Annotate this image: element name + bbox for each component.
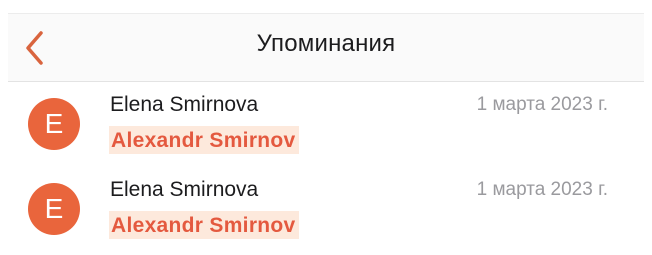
mentions-list: E Elena Smirnova 1 марта 2023 г. Alexand…	[8, 82, 644, 252]
avatar: E	[28, 183, 80, 235]
mention-list-item[interactable]: E Elena Smirnova 1 марта 2023 г. Alexand…	[8, 82, 644, 167]
mentions-screen: Упоминания E Elena Smirnova 1 марта 2023…	[0, 0, 652, 255]
author-name: Elena Smirnova	[110, 93, 259, 116]
mention-list-item[interactable]: E Elena Smirnova 1 марта 2023 г. Alexand…	[8, 167, 644, 252]
mentioned-user: Alexandr Smirnov	[109, 211, 299, 239]
avatar: E	[28, 98, 80, 150]
page-title: Упоминания	[256, 30, 396, 57]
author-name: Elena Smirnova	[110, 178, 259, 201]
mention-date: 1 марта 2023 г.	[476, 179, 608, 200]
mention-date: 1 марта 2023 г.	[476, 94, 608, 115]
navigation-bar: Упоминания	[8, 14, 644, 82]
mentioned-user: Alexandr Smirnov	[109, 126, 299, 154]
